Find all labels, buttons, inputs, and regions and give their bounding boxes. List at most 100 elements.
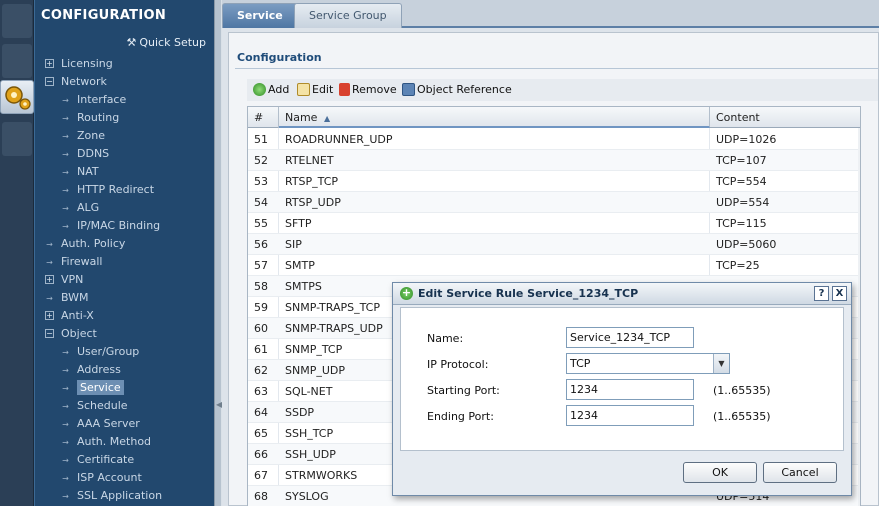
ending-port-field[interactable]: 1234	[566, 405, 694, 426]
cell-num: 64	[254, 406, 268, 419]
nav-item-aaa-server[interactable]: → AAA Server	[61, 415, 140, 433]
cell-num: 57	[254, 259, 268, 272]
configuration-gear-icon[interactable]	[0, 80, 34, 114]
edit-button[interactable]: Edit	[297, 82, 333, 97]
nav-item-vpn[interactable]: + VPN	[45, 271, 83, 289]
nav-item-zone[interactable]: → Zone	[61, 127, 105, 145]
nav-item-auth-method[interactable]: → Auth. Method	[61, 433, 151, 451]
cell-num: 66	[254, 448, 268, 461]
starting-port-label: Starting Port:	[427, 384, 500, 397]
nav-item-schedule[interactable]: → Schedule	[61, 397, 127, 415]
expand-icon[interactable]: +	[45, 310, 54, 320]
nav-item-label: SSL Application	[77, 489, 163, 502]
column-header-name[interactable]: Name ▲	[279, 107, 710, 128]
cell-name: SFTP	[285, 217, 312, 230]
nav-item-anti-x[interactable]: + Anti-X	[45, 307, 94, 325]
object-reference-label: Object Reference	[417, 83, 512, 96]
table-row[interactable]: 51 ROADRUNNER_UDP UDP=1026	[248, 129, 860, 150]
collapse-icon[interactable]: −	[45, 328, 54, 338]
cell-num: 51	[254, 133, 268, 146]
nav-item-label: IP/MAC Binding	[77, 219, 161, 232]
nav-item-network[interactable]: − Network	[45, 73, 107, 91]
nav-item-label: Auth. Method	[77, 435, 152, 448]
table-row[interactable]: 54 RTSP_UDP UDP=554	[248, 192, 860, 213]
add-button[interactable]: Add	[253, 82, 289, 97]
ending-port-label: Ending Port:	[427, 410, 494, 423]
help-button[interactable]: ?	[814, 286, 829, 301]
nav-item-auth-policy[interactable]: → Auth. Policy	[45, 235, 125, 253]
table-row[interactable]: 55 SFTP TCP=115	[248, 213, 860, 234]
table-row[interactable]: 52 RTELNET TCP=107	[248, 150, 860, 171]
column-header-content[interactable]: Content	[710, 107, 858, 128]
nav-item-label: Zone	[77, 129, 106, 142]
table-row[interactable]: 56 SIP UDP=5060	[248, 234, 860, 255]
arrow-right-icon: →	[62, 420, 69, 429]
nav-item-certificate[interactable]: → Certificate	[61, 451, 134, 469]
arrow-right-icon: →	[62, 474, 69, 483]
edit-pencil-icon	[297, 82, 310, 96]
nav-title: CONFIGURATION	[41, 8, 167, 23]
maintenance-icon[interactable]	[2, 122, 32, 156]
arrow-right-icon: →	[62, 132, 69, 141]
nav-item-ip-mac-binding[interactable]: → IP/MAC Binding	[61, 217, 160, 235]
expand-icon[interactable]: +	[45, 274, 54, 284]
nav-item-licensing[interactable]: + Licensing	[45, 55, 113, 73]
cancel-button[interactable]: Cancel	[763, 462, 837, 483]
nav-item-nat[interactable]: → NAT	[61, 163, 99, 181]
quick-setup-link[interactable]: ⚒ Quick Setup	[127, 36, 207, 49]
table-row[interactable]: 57 SMTP TCP=25	[248, 255, 860, 276]
ip-protocol-select[interactable]: TCP ▼	[566, 353, 730, 374]
nav-item-firewall[interactable]: → Firewall	[45, 253, 102, 271]
arrow-right-icon: →	[62, 384, 69, 393]
arrow-right-icon: →	[62, 150, 69, 159]
cell-name: RTSP_TCP	[285, 175, 339, 188]
nav-item-service[interactable]: → Service	[61, 379, 124, 397]
tab-service-group[interactable]: Service Group	[294, 3, 402, 28]
expand-icon[interactable]: +	[45, 58, 54, 68]
navigation-panel: CONFIGURATION ⚒ Quick Setup + Licensing − Ne…	[34, 0, 214, 506]
nav-item-label: ISP Account	[77, 471, 142, 484]
cell-num: 67	[254, 469, 268, 482]
close-button[interactable]: X	[832, 286, 847, 301]
dashboard-icon[interactable]	[2, 4, 32, 38]
nav-item-address[interactable]: → Address	[61, 361, 121, 379]
nav-item-label: NAT	[77, 165, 99, 178]
tab-service[interactable]: Service	[222, 3, 298, 28]
nav-item-label: Auth. Policy	[61, 237, 126, 250]
cell-name: ROADRUNNER_UDP	[285, 133, 393, 146]
cell-name: STRMWORKS	[285, 469, 358, 482]
nav-item-isp-account[interactable]: → ISP Account	[61, 469, 142, 487]
remove-button[interactable]: Remove	[339, 82, 397, 97]
nav-item-routing[interactable]: → Routing	[61, 109, 119, 127]
column-header-number[interactable]: #	[248, 107, 279, 128]
monitor-icon[interactable]	[2, 44, 32, 78]
nav-item-label: DDNS	[77, 147, 110, 160]
ok-button[interactable]: OK	[683, 462, 757, 483]
nav-item-object[interactable]: − Object	[45, 325, 97, 343]
nav-item-label: BWM	[61, 291, 89, 304]
panel-splitter[interactable]: ◀	[214, 0, 222, 506]
cell-name: SNMP_UDP	[285, 364, 345, 377]
nav-item-label: AAA Server	[77, 417, 140, 430]
table-row[interactable]: 53 RTSP_TCP TCP=554	[248, 171, 860, 192]
starting-port-field[interactable]: 1234	[566, 379, 694, 400]
dialog-title-bar[interactable]: + Edit Service Rule Service_1234_TCP ? X	[393, 283, 851, 305]
nav-item-bwm[interactable]: → BWM	[45, 289, 89, 307]
collapse-icon[interactable]: −	[45, 76, 54, 86]
ip-protocol-value: TCP	[570, 357, 591, 370]
object-reference-button[interactable]: Object Reference	[402, 82, 512, 97]
nav-item-label: User/Group	[77, 345, 140, 358]
nav-item-user-group[interactable]: → User/Group	[61, 343, 139, 361]
nav-item-http-redirect[interactable]: → HTTP Redirect	[61, 181, 154, 199]
nav-item-label: Licensing	[61, 57, 113, 70]
nav-item-ssl-application[interactable]: → SSL Application	[61, 487, 162, 505]
name-field[interactable]: Service_1234_TCP	[566, 327, 694, 348]
cell-name: RTSP_UDP	[285, 196, 341, 209]
nav-item-ddns[interactable]: → DDNS	[61, 145, 109, 163]
nav-item-interface[interactable]: → Interface	[61, 91, 126, 109]
starting-port-range: (1..65535)	[713, 384, 771, 397]
trash-icon	[339, 82, 350, 96]
chevron-down-icon[interactable]: ▼	[713, 354, 729, 373]
arrow-right-icon: →	[62, 438, 69, 447]
nav-item-alg[interactable]: → ALG	[61, 199, 99, 217]
